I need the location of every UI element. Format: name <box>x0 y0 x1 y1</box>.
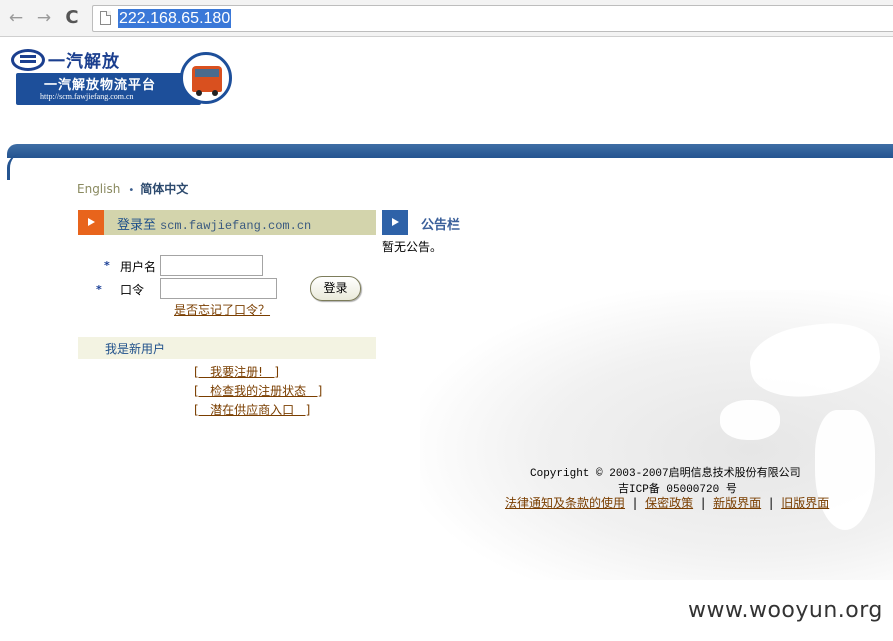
login-title-text: 登录至 <box>117 218 157 233</box>
login-section-header: 登录至 scm.fawjiefang.com.cn <box>78 210 376 235</box>
footer-links: 法律通知及条款的使用 | 保密政策 | 新版界面 | 旧版界面 <box>505 494 829 511</box>
language-switch: English • 简体中文 <box>77 181 188 197</box>
faw-logo: 一汽解放 一汽解放物流平台 http://scm.fawjiefang.com.… <box>8 47 234 105</box>
login-button[interactable]: 登录 <box>310 276 361 301</box>
browser-toolbar: ← → C 222.168.65.180 <box>0 0 893 37</box>
logo-url: http://scm.fawjiefang.com.cn <box>40 92 134 101</box>
continent-shape <box>745 316 885 404</box>
truck-cab <box>192 66 222 96</box>
logo-brand: 一汽解放 <box>48 52 120 72</box>
register-link[interactable]: [ 我要注册! ] <box>194 363 279 380</box>
check-registration-status-link[interactable]: [ 检查我的注册状态 ] <box>194 382 322 399</box>
new-user-label: 我是新用户 <box>105 342 166 356</box>
privacy-policy-link[interactable]: 保密政策 <box>645 496 693 510</box>
back-arrow-icon[interactable]: ← <box>6 8 26 28</box>
legal-notice-link[interactable]: 法律通知及条款的使用 <box>505 496 625 510</box>
footer-separator: | <box>701 496 706 510</box>
play-arrow-icon <box>382 210 408 235</box>
username-input[interactable] <box>160 255 263 276</box>
language-chinese-link[interactable]: 简体中文 <box>140 182 188 196</box>
continent-shape <box>720 400 780 440</box>
footer-separator: | <box>633 496 638 510</box>
required-mark: * <box>104 259 110 272</box>
header-banner <box>7 144 893 180</box>
logo-platform-name: 一汽解放物流平台 <box>44 78 157 93</box>
notice-section-header: 公告栏 <box>382 210 492 235</box>
required-mark: * <box>96 283 102 296</box>
truck-icon <box>180 52 232 104</box>
login-title: 登录至 scm.fawjiefang.com.cn <box>117 214 311 233</box>
reload-icon[interactable]: C <box>62 8 82 28</box>
username-label: 用户名 <box>120 260 157 274</box>
old-interface-link[interactable]: 旧版界面 <box>781 496 829 510</box>
notice-title: 公告栏 <box>421 218 461 233</box>
password-input[interactable] <box>160 278 277 299</box>
logo-top: 一汽解放 <box>8 47 178 72</box>
new-user-bar: 我是新用户 <box>78 337 376 359</box>
page-icon <box>100 11 111 25</box>
forgot-password-link[interactable]: 是否忘记了口令？ <box>174 301 270 318</box>
forward-arrow-icon[interactable]: → <box>34 8 54 28</box>
copyright-text: Copyright © 2003-2007启明信息技术股份有限公司 <box>530 468 801 480</box>
faw-emblem-icon <box>11 49 45 71</box>
address-bar[interactable]: 222.168.65.180 <box>92 5 893 32</box>
password-label: 口令 <box>120 283 145 297</box>
potential-supplier-link[interactable]: [ 潜在供应商入口 ] <box>194 401 310 418</box>
logo-plate: 一汽解放物流平台 http://scm.fawjiefang.com.cn <box>16 73 201 105</box>
continent-shape <box>815 410 875 530</box>
language-separator: • <box>128 185 135 196</box>
watermark: www.wooyun.org <box>688 598 883 623</box>
banner-bar <box>7 144 893 158</box>
login-domain: scm.fawjiefang.com.cn <box>160 219 312 233</box>
notice-content: 暂无公告。 <box>382 240 443 254</box>
url-text[interactable]: 222.168.65.180 <box>118 9 232 28</box>
world-map-background <box>420 290 893 580</box>
language-english-link[interactable]: English <box>77 182 120 196</box>
new-interface-link[interactable]: 新版界面 <box>713 496 761 510</box>
footer-separator: | <box>769 496 774 510</box>
play-arrow-icon <box>78 210 104 235</box>
